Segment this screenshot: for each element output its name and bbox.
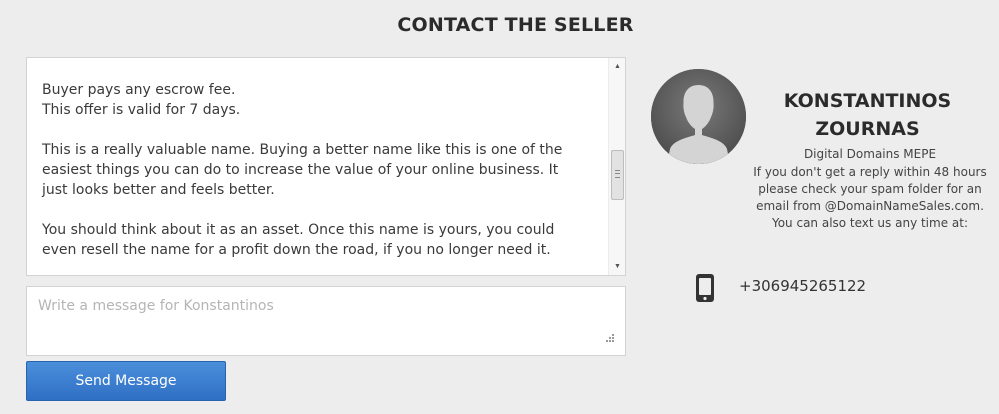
scrollbar-thumb[interactable]	[611, 150, 624, 200]
arrow-down-icon[interactable]: ▼	[609, 258, 625, 275]
send-message-button[interactable]: Send Message	[26, 361, 226, 401]
seller-company: Digital Domains MEPE	[803, 147, 937, 161]
arrow-up-icon[interactable]: ▲	[609, 58, 625, 75]
message-paragraph: Buyer pays any escrow fee. This offer is…	[42, 82, 241, 118]
message-preview-text: Buyer pays any escrow fee. This offer is…	[42, 80, 602, 260]
seller-contact-note: If you don't get a reply within 48 hours…	[753, 165, 987, 230]
message-paragraph: You should think about it as an asset. O…	[42, 222, 555, 258]
message-paragraph: This is a really valuable name. Buying a…	[42, 142, 563, 198]
mobile-phone-icon	[696, 274, 714, 302]
avatar	[651, 69, 746, 164]
seller-name: KONSTANTINOS ZOURNAS	[783, 90, 952, 140]
message-preview-box[interactable]: Buyer pays any escrow fee. This offer is…	[26, 57, 626, 276]
message-scrollbar[interactable]: ▲ ▼	[608, 58, 625, 275]
message-input[interactable]	[26, 286, 626, 356]
user-silhouette-icon	[651, 69, 746, 164]
phone-number[interactable]: +306945265122	[739, 277, 866, 295]
page-title: CONTACT THE SELLER	[397, 14, 634, 36]
